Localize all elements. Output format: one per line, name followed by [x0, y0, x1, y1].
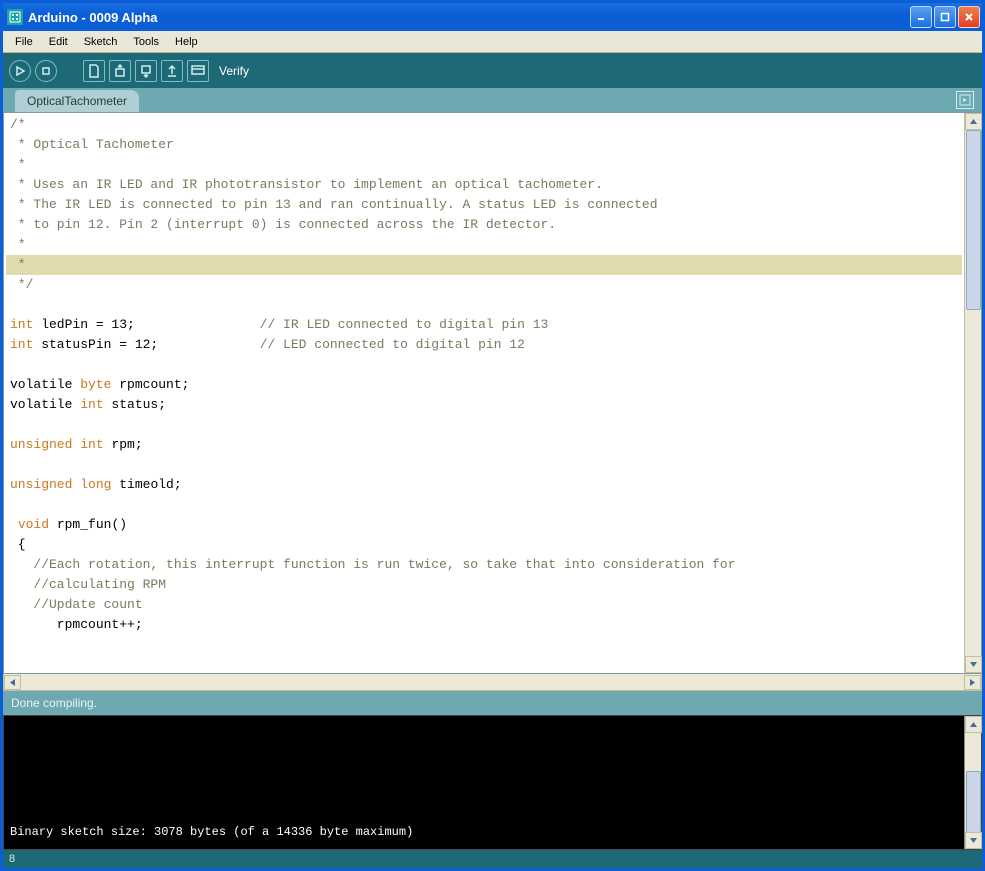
editor-area: /* * Optical Tachometer * * Uses an IR L… — [3, 112, 982, 674]
scroll-down-icon[interactable] — [965, 656, 982, 673]
code-line: * Optical Tachometer — [6, 135, 962, 155]
tabbar: OpticalTachometer — [3, 88, 982, 112]
menu-edit[interactable]: Edit — [41, 34, 76, 50]
code-line: rpmcount++; — [6, 615, 962, 635]
save-button[interactable] — [135, 60, 157, 82]
run-button[interactable] — [9, 60, 31, 82]
tab-menu-button[interactable] — [956, 91, 974, 109]
code-line: { — [6, 535, 962, 555]
code-line — [6, 355, 962, 375]
console-output[interactable]: Binary sketch size: 3078 bytes (of a 143… — [4, 716, 964, 849]
code-line: int ledPin = 13; // IR LED connected to … — [6, 315, 962, 335]
console-vertical-scrollbar[interactable] — [964, 716, 981, 849]
upload-button[interactable] — [161, 60, 183, 82]
menu-tools[interactable]: Tools — [125, 34, 167, 50]
menu-sketch[interactable]: Sketch — [76, 34, 126, 50]
console-line: Binary sketch size: 3078 bytes (of a 143… — [10, 825, 958, 839]
menu-file[interactable]: File — [7, 34, 41, 50]
code-line: */ — [6, 275, 962, 295]
code-editor[interactable]: /* * Optical Tachometer * * Uses an IR L… — [4, 113, 964, 673]
app-window: Arduino - 0009 Alpha File Edit Sketch To… — [0, 0, 985, 871]
code-line: * to pin 12. Pin 2 (interrupt 0) is conn… — [6, 215, 962, 235]
code-line — [6, 455, 962, 475]
titlebar: Arduino - 0009 Alpha — [3, 3, 982, 31]
menu-help[interactable]: Help — [167, 34, 206, 50]
code-line: //calculating RPM — [6, 575, 962, 595]
line-number: 8 — [9, 853, 15, 865]
code-line: * — [6, 235, 962, 255]
code-line: void rpm_fun() — [6, 515, 962, 535]
console-area: Binary sketch size: 3078 bytes (of a 143… — [3, 715, 982, 850]
code-line — [6, 495, 962, 515]
maximize-button[interactable] — [934, 6, 956, 28]
scroll-left-icon[interactable] — [4, 675, 21, 690]
toolbar-label: Verify — [219, 64, 249, 78]
stop-button[interactable] — [35, 60, 57, 82]
code-line: //Update count — [6, 595, 962, 615]
code-line: * — [6, 255, 962, 275]
new-button[interactable] — [83, 60, 105, 82]
minimize-button[interactable] — [910, 6, 932, 28]
code-line: volatile int status; — [6, 395, 962, 415]
code-line: /* — [6, 115, 962, 135]
code-line — [6, 415, 962, 435]
scroll-down-icon[interactable] — [965, 832, 982, 849]
tab-sketch[interactable]: OpticalTachometer — [15, 90, 139, 112]
app-icon — [7, 9, 23, 25]
code-line: * The IR LED is connected to pin 13 and … — [6, 195, 962, 215]
code-line: volatile byte rpmcount; — [6, 375, 962, 395]
code-line: * Uses an IR LED and IR phototransistor … — [6, 175, 962, 195]
code-line: unsigned int rpm; — [6, 435, 962, 455]
serial-monitor-button[interactable] — [187, 60, 209, 82]
close-button[interactable] — [958, 6, 980, 28]
scroll-thumb[interactable] — [966, 771, 981, 833]
code-line: int statusPin = 12; // LED connected to … — [6, 335, 962, 355]
code-line: unsigned long timeold; — [6, 475, 962, 495]
editor-vertical-scrollbar[interactable] — [964, 113, 981, 673]
scroll-up-icon[interactable] — [965, 113, 982, 130]
menubar: File Edit Sketch Tools Help — [3, 31, 982, 53]
compile-status: Done compiling. — [3, 691, 982, 715]
code-line: * — [6, 155, 962, 175]
scroll-thumb[interactable] — [966, 130, 981, 310]
scroll-up-icon[interactable] — [965, 716, 982, 733]
editor-horizontal-scrollbar[interactable] — [3, 674, 982, 691]
scroll-right-icon[interactable] — [964, 675, 981, 690]
open-button[interactable] — [109, 60, 131, 82]
toolbar: Verify — [3, 53, 982, 88]
window-title: Arduino - 0009 Alpha — [28, 10, 910, 25]
code-line: //Each rotation, this interrupt function… — [6, 555, 962, 575]
status-bar: 8 — [3, 850, 982, 868]
code-line — [6, 295, 962, 315]
